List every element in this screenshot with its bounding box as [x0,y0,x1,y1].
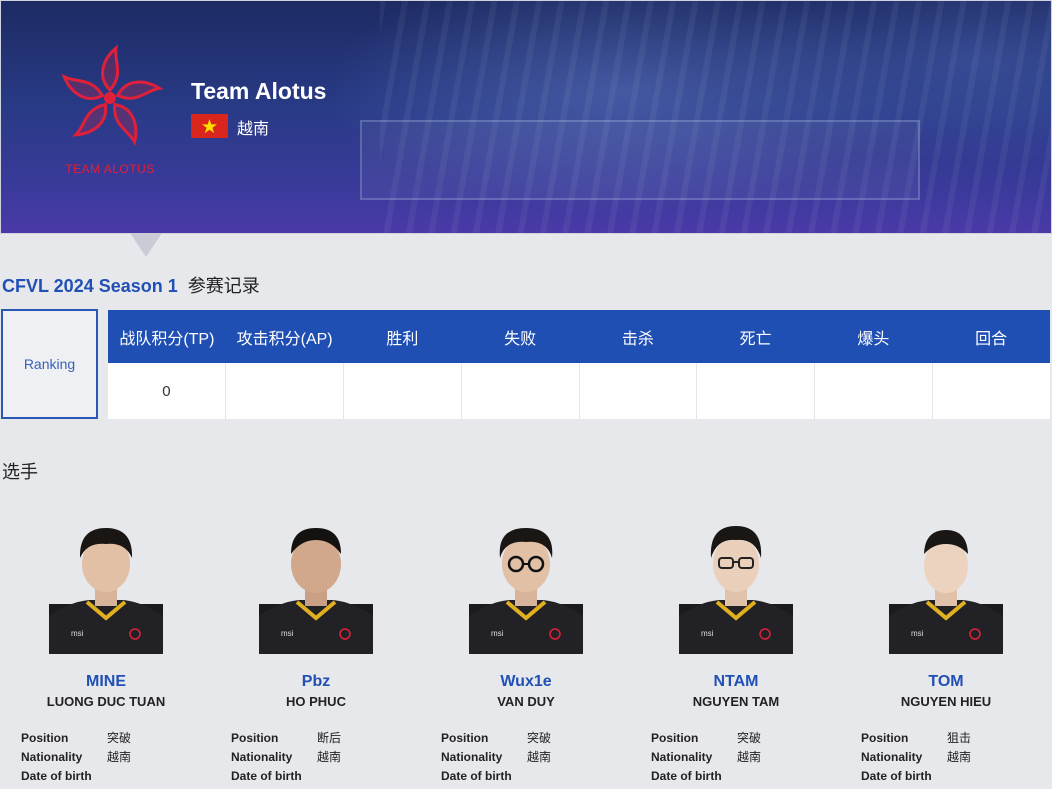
dob-label: Date of birth [651,768,722,783]
player-list: msi MINE LUONG DUC TUAN Position 突破 Natio… [0,510,1052,789]
banner-pointer [130,233,162,257]
player-card[interactable]: msi TOM NGUYEN HIEU Position 狙击 Nationali… [841,510,1051,789]
player-real-name: LUONG DUC TUAN [46,694,166,709]
season-subtitle: 参赛记录 [187,276,260,297]
position-value: 突破 [527,731,552,745]
players-heading: 选手 [2,462,38,483]
nationality-value: 越南 [527,750,552,764]
stats-value-row: 0 [108,363,1050,419]
team-logo: TEAM ALOTUS [48,40,172,180]
player-real-name: HO PHUC [286,694,346,709]
stats-value-deaths [697,363,816,419]
player-nickname[interactable]: TOM [841,673,1051,691]
position-value: 突破 [737,731,762,745]
stats-header-wins: 胜利 [386,330,419,348]
team-country: 越南 [237,121,270,138]
team-banner: TEAM ALOTUS Team Alotus 越南 [0,0,1052,234]
player-photo: msi [469,524,583,654]
season-heading: CFVL 2024 Season 1 参赛记录 [2,272,260,298]
stats-value-kills [580,363,698,419]
player-photo: msi [49,524,163,654]
player-photo: msi [679,524,793,654]
stats-header-losses: 失败 [504,330,537,348]
player-info: Position 狙击 Nationality 越南 Date of birth [861,728,1041,785]
stats-header-tp: 战队积分(TP) [119,330,215,348]
team-logo-text: TEAM ALOTUS [65,162,155,176]
nationality-label: Nationality [21,749,83,764]
nationality-value: 越南 [317,750,342,764]
position-value: 断后 [317,731,342,745]
player-photo: msi [889,524,1003,654]
dob-label: Date of birth [441,768,512,783]
position-value: 狙击 [947,731,972,745]
player-info: Position 突破 Nationality 越南 Date of birth [21,728,201,785]
player-info: Position 突破 Nationality 越南 Date of birth [441,728,621,785]
stats-header-deaths: 死亡 [739,330,772,348]
player-card[interactable]: msi MINE LUONG DUC TUAN Position 突破 Natio… [1,510,211,789]
dob-label: Date of birth [21,768,92,783]
nationality-value: 越南 [947,750,972,764]
stats-header-headshots: 爆头 [857,330,890,348]
player-photo: msi [259,524,373,654]
player-nickname[interactable]: NTAM [631,673,841,691]
ranking-tab[interactable]: Ranking [1,309,98,419]
stats-value-wins [344,363,462,419]
stats-value-rounds [933,363,1050,419]
player-nickname[interactable]: Wux1e [421,673,631,691]
player-real-name: NGUYEN TAM [692,694,780,709]
nationality-label: Nationality [441,749,503,764]
stats-value-headshots [815,363,934,419]
position-label: Position [651,730,699,745]
player-card[interactable]: msi Wux1e VAN DUY Position 突破 Nationality… [421,510,631,789]
nationality-label: Nationality [231,749,293,764]
svg-text:msi: msi [701,629,714,638]
svg-text:msi: msi [71,629,84,638]
player-card[interactable]: msi Pbz HO PHUC Position 断后 Nationality 越南… [211,510,421,789]
player-card[interactable]: msi NTAM NGUYEN TAM Position 突破 Nationali… [631,510,841,789]
nationality-label: Nationality [651,749,713,764]
ranking-label: Ranking [23,356,76,372]
stats-value-tp: 0 [108,363,226,419]
season-name: CFVL 2024 Season 1 [2,276,178,296]
stats-value-ap [226,363,344,419]
svg-text:msi: msi [911,629,924,638]
position-label: Position [861,730,909,745]
position-value: 突破 [107,731,132,745]
stats-header-rounds: 回合 [975,330,1008,348]
nationality-value: 越南 [107,750,132,764]
position-label: Position [21,730,69,745]
dob-label: Date of birth [231,768,302,783]
nationality-value: 越南 [737,750,762,764]
dob-label: Date of birth [861,768,932,783]
player-real-name: VAN DUY [497,694,555,709]
season-stats-table: 战队积分(TP) 攻击积分(AP) 胜利 失败 击杀 死亡 爆头 回合 0 [108,310,1050,419]
position-label: Position [231,730,279,745]
nationality-label: Nationality [861,749,923,764]
svg-text:msi: msi [491,629,504,638]
player-real-name: NGUYEN HIEU [900,694,992,709]
position-label: Position [441,730,489,745]
player-info: Position 突破 Nationality 越南 Date of birth [651,728,831,785]
player-info: Position 断后 Nationality 越南 Date of birth [231,728,411,785]
vietnam-flag-icon [191,114,228,138]
stats-header-kills: 击杀 [621,330,654,348]
stats-value-losses [462,363,580,419]
team-name: Team Alotus [191,78,327,104]
svg-text:msi: msi [281,629,294,638]
stats-header-row: 战队积分(TP) 攻击积分(AP) 胜利 失败 击杀 死亡 爆头 回合 [108,310,1050,363]
stats-header-ap: 攻击积分(AP) [236,330,333,348]
player-nickname[interactable]: MINE [1,673,211,691]
player-nickname[interactable]: Pbz [211,673,421,691]
